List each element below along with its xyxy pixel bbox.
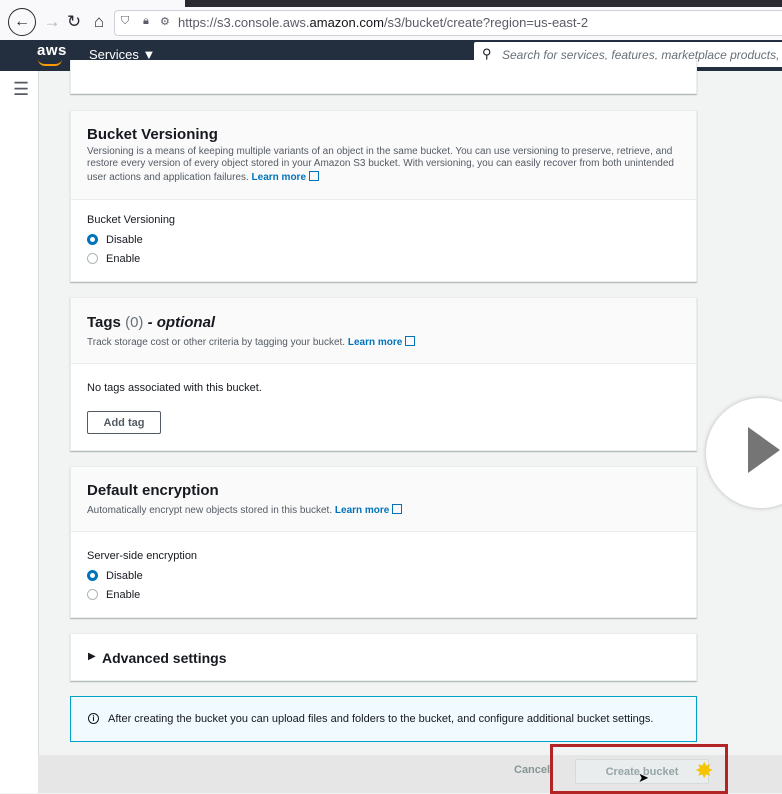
permissions-icon: ⚙	[160, 16, 170, 28]
versioning-learn-more-link[interactable]: Learn more	[252, 172, 306, 183]
caret-right-icon: ▶	[88, 651, 96, 662]
encryption-disable-label: Disable	[106, 570, 143, 582]
encryption-panel-header	[71, 467, 696, 532]
advanced-settings-title[interactable]: Advanced settings	[102, 650, 226, 666]
back-arrow-icon[interactable]: ←	[8, 8, 36, 36]
external-link-icon	[392, 504, 403, 514]
add-tag-button[interactable]: Add tag	[87, 411, 161, 434]
versioning-disable-radio[interactable]	[87, 234, 98, 245]
versioning-field-label: Bucket Versioning	[87, 214, 176, 226]
default-encryption-panel: Default encryption Automatically encrypt…	[70, 466, 697, 618]
encryption-title: Default encryption	[87, 482, 219, 499]
versioning-title: Bucket Versioning	[87, 126, 218, 143]
lock-icon: 🔒︎	[143, 15, 149, 27]
home-icon[interactable]: ⌂	[87, 10, 111, 34]
url-text: https://s3.console.aws.amazon.com/s3/buc…	[178, 15, 589, 30]
encryption-enable-label: Enable	[106, 589, 141, 601]
previous-panel	[70, 60, 697, 94]
tags-description: Track storage cost or other criteria by …	[87, 335, 416, 349]
reload-icon[interactable]: ↻	[62, 10, 86, 34]
info-alert: i After creating the bucket you can uplo…	[70, 696, 697, 742]
shield-icon: ⛉	[121, 15, 130, 27]
versioning-enable-radio[interactable]	[87, 253, 98, 264]
bucket-versioning-panel: Bucket Versioning Versioning is a means …	[70, 110, 697, 282]
cancel-button[interactable]: Cancel	[514, 764, 550, 776]
versioning-description: Versioning is a means of keeping multipl…	[87, 146, 674, 183]
hamburger-menu-icon[interactable]: ☰	[13, 79, 29, 100]
encryption-disable-radio[interactable]	[87, 570, 98, 581]
side-navigation	[0, 71, 39, 793]
encryption-enable-radio[interactable]	[87, 589, 98, 600]
info-icon: i	[88, 713, 99, 724]
advanced-settings-panel[interactable]: ▶ Advanced settings	[70, 633, 697, 681]
no-tags-text: No tags associated with this bucket.	[87, 382, 262, 394]
play-icon	[748, 427, 780, 473]
mouse-cursor-icon: ➤	[638, 770, 649, 785]
tags-learn-more-link[interactable]: Learn more	[348, 337, 402, 348]
encryption-learn-more-link[interactable]: Learn more	[335, 505, 389, 516]
tags-panel: Tags (0) - optional Track storage cost o…	[70, 297, 697, 451]
external-link-icon	[405, 336, 416, 346]
click-burst-icon: ✸	[695, 758, 714, 783]
forward-arrow-icon[interactable]: →	[40, 10, 64, 34]
aws-logo-smile	[38, 59, 62, 66]
aws-logo[interactable]: aws	[37, 42, 67, 59]
tags-title: Tags (0) - optional	[87, 314, 216, 331]
external-link-icon	[309, 171, 320, 181]
versioning-disable-label: Disable	[106, 234, 143, 246]
encryption-field-label: Server-side encryption	[87, 550, 198, 562]
tags-panel-header	[71, 298, 696, 364]
browser-tab-strip	[185, 0, 782, 7]
versioning-enable-label: Enable	[106, 253, 141, 265]
info-text: After creating the bucket you can upload…	[108, 713, 654, 725]
encryption-description: Automatically encrypt new objects stored…	[87, 503, 403, 517]
